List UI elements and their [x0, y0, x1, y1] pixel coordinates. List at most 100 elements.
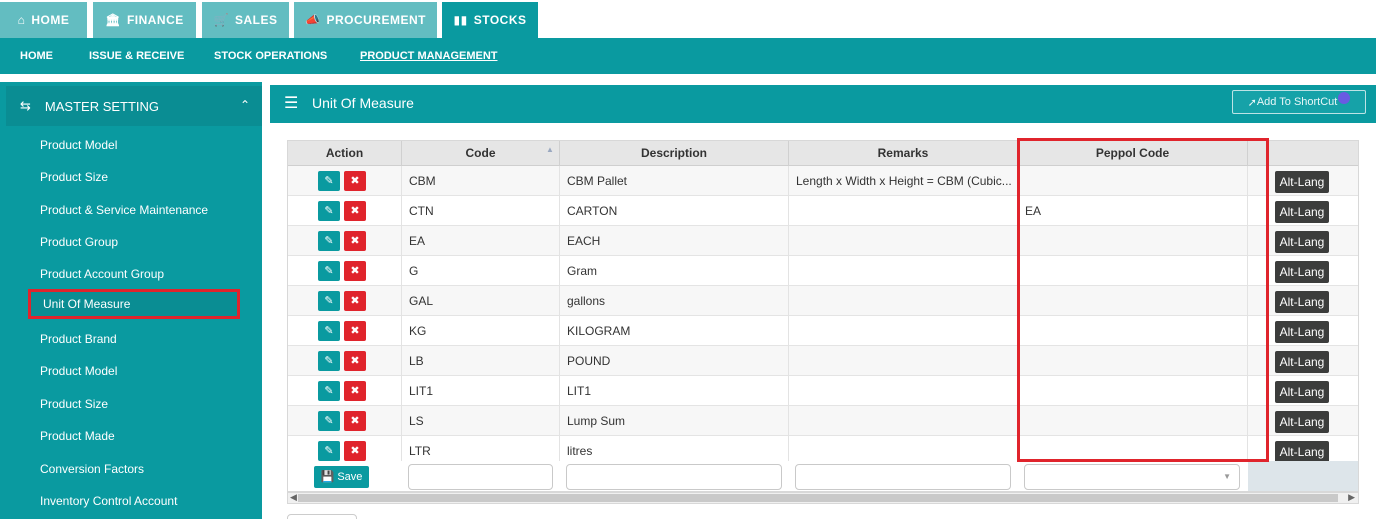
code-cell: KG: [402, 316, 560, 346]
tab-label: PROCUREMENT: [326, 13, 426, 27]
delete-button[interactable]: ✖: [344, 381, 366, 401]
delete-button[interactable]: ✖: [344, 261, 366, 281]
bank-icon: 🏛: [105, 13, 121, 27]
delete-button[interactable]: ✖: [344, 441, 366, 461]
col-description[interactable]: Description: [560, 141, 789, 166]
cart-icon: 🛒: [213, 13, 229, 27]
peppol-cell: [1018, 286, 1248, 316]
code-cell: CTN: [402, 196, 560, 226]
description-cell: KILOGRAM: [560, 316, 789, 346]
sidebar-item-inventory-control-account[interactable]: Inventory Control Account: [40, 491, 177, 511]
description-cell: POUND: [560, 346, 789, 376]
tab-finance[interactable]: 🏛 FINANCE: [93, 2, 196, 38]
table-row[interactable]: ✎ ✖ LIT1 LIT1 Alt-Lang: [288, 376, 1358, 406]
edit-button[interactable]: ✎: [318, 291, 340, 311]
delete-button[interactable]: ✖: [344, 321, 366, 341]
edit-button[interactable]: ✎: [318, 381, 340, 401]
delete-button[interactable]: ✖: [344, 351, 366, 371]
remarks-cell: [789, 376, 1018, 406]
sidebar-item-product-service-maintenance[interactable]: Product & Service Maintenance: [40, 200, 208, 220]
table-row[interactable]: ✎ ✖ CTN CARTON EA Alt-Lang: [288, 196, 1358, 226]
edit-button[interactable]: ✎: [318, 411, 340, 431]
alt-lang-button[interactable]: Alt-Lang: [1275, 321, 1329, 343]
tab-home[interactable]: ⌂ HOME: [0, 2, 87, 38]
sidebar-item-product-size-2[interactable]: Product Size: [40, 394, 108, 414]
submenu-home[interactable]: HOME: [20, 38, 53, 74]
scroll-right-arrow[interactable]: ▶: [1348, 492, 1355, 503]
description-cell: CBM Pallet: [560, 166, 789, 196]
new-code-input[interactable]: [408, 464, 553, 490]
alt-lang-button[interactable]: Alt-Lang: [1275, 381, 1329, 403]
code-cell: LB: [402, 346, 560, 376]
alt-lang-button[interactable]: Alt-Lang: [1275, 171, 1329, 193]
horizontal-scrollbar[interactable]: ◀ ▶: [287, 492, 1359, 504]
hamburger-icon[interactable]: ☰: [284, 93, 298, 113]
add-to-shortcut-button[interactable]: ➚ Add To ShortCut: [1232, 90, 1366, 114]
scroll-thumb[interactable]: [298, 494, 1338, 502]
alt-lang-button[interactable]: Alt-Lang: [1275, 441, 1329, 463]
description-cell: LIT1: [560, 376, 789, 406]
edit-button[interactable]: ✎: [318, 441, 340, 461]
alt-lang-button[interactable]: Alt-Lang: [1275, 231, 1329, 253]
sidebar-item-unit-of-measure[interactable]: Unit Of Measure: [28, 289, 240, 319]
delete-button[interactable]: ✖: [344, 171, 366, 191]
chevron-up-icon[interactable]: ⌃: [240, 98, 250, 112]
new-row-filler: [1248, 461, 1358, 491]
table-row[interactable]: ✎ ✖ EA EACH Alt-Lang: [288, 226, 1358, 256]
edit-button[interactable]: ✎: [318, 171, 340, 191]
edit-button[interactable]: ✎: [318, 261, 340, 281]
sidebar-item-product-account-group[interactable]: Product Account Group: [40, 264, 164, 284]
edit-button[interactable]: ✎: [318, 231, 340, 251]
tab-sales[interactable]: 🛒 SALES: [202, 2, 289, 38]
col-code[interactable]: Code: [402, 141, 560, 166]
tab-label: SALES: [234, 13, 278, 27]
peppol-cell: EA: [1018, 196, 1248, 226]
description-cell: gallons: [560, 286, 789, 316]
new-peppol-code-select[interactable]: ▼: [1024, 464, 1240, 490]
edit-button[interactable]: ✎: [318, 321, 340, 341]
sidebar-item-product-size[interactable]: Product Size: [40, 167, 108, 187]
scroll-left-arrow[interactable]: ◀: [290, 492, 297, 503]
sidebar-item-product-group[interactable]: Product Group: [40, 232, 118, 252]
sidebar-item-product-made[interactable]: Product Made: [40, 426, 115, 446]
submenu-bar: HOME ISSUE & RECEIVE STOCK OPERATIONS PR…: [0, 38, 1376, 74]
table-row[interactable]: ✎ ✖ CBM CBM Pallet Length x Width x Height =…: [288, 166, 1358, 196]
delete-button[interactable]: ✖: [344, 231, 366, 251]
edit-button[interactable]: ✎: [318, 201, 340, 221]
submenu-issue-receive[interactable]: ISSUE & RECEIVE: [89, 38, 184, 74]
delete-button[interactable]: ✖: [344, 411, 366, 431]
sidebar-item-product-model-2[interactable]: Product Model: [40, 361, 117, 381]
table-row[interactable]: ✎ ✖ LB POUND Alt-Lang: [288, 346, 1358, 376]
delete-button[interactable]: ✖: [344, 201, 366, 221]
peppol-cell: [1018, 406, 1248, 436]
description-cell: EACH: [560, 226, 789, 256]
sidebar-item-conversion-factors[interactable]: Conversion Factors: [40, 459, 144, 479]
table-row[interactable]: ✎ ✖ GAL gallons Alt-Lang: [288, 286, 1358, 316]
alt-lang-button[interactable]: Alt-Lang: [1275, 411, 1329, 433]
peppol-cell: [1018, 346, 1248, 376]
sidebar-item-product-brand[interactable]: Product Brand: [40, 329, 117, 349]
col-peppol-code[interactable]: Peppol Code: [1018, 141, 1248, 166]
action-cell: ✎ ✖: [288, 226, 402, 256]
alt-lang-button[interactable]: Alt-Lang: [1275, 291, 1329, 313]
tab-stocks[interactable]: ▮▮ STOCKS: [442, 2, 538, 38]
table-row[interactable]: ✎ ✖ KG KILOGRAM Alt-Lang: [288, 316, 1358, 346]
alt-lang-button[interactable]: Alt-Lang: [1275, 261, 1329, 283]
submenu-stock-operations[interactable]: STOCK OPERATIONS: [214, 38, 327, 74]
tab-procurement[interactable]: 📣 PROCUREMENT: [294, 2, 437, 38]
new-description-input[interactable]: [566, 464, 782, 490]
table-row[interactable]: ✎ ✖ G Gram Alt-Lang: [288, 256, 1358, 286]
alt-lang-button[interactable]: Alt-Lang: [1275, 351, 1329, 373]
save-button[interactable]: 💾 Save: [314, 466, 369, 488]
delete-button[interactable]: ✖: [344, 291, 366, 311]
sidebar-item-product-model[interactable]: Product Model: [40, 135, 117, 155]
alt-lang-button[interactable]: Alt-Lang: [1275, 201, 1329, 223]
col-remarks[interactable]: Remarks: [789, 141, 1018, 166]
remarks-cell: Length x Width x Height = CBM (Cubic...: [789, 166, 1018, 196]
new-remarks-input[interactable]: [795, 464, 1011, 490]
submenu-product-management[interactable]: PRODUCT MANAGEMENT: [360, 38, 498, 74]
edit-button[interactable]: ✎: [318, 351, 340, 371]
table-row[interactable]: ✎ ✖ LS Lump Sum Alt-Lang: [288, 406, 1358, 436]
code-cell: EA: [402, 226, 560, 256]
sidebar-section-header[interactable]: ⇆ MASTER SETTING ⌃: [6, 86, 262, 126]
